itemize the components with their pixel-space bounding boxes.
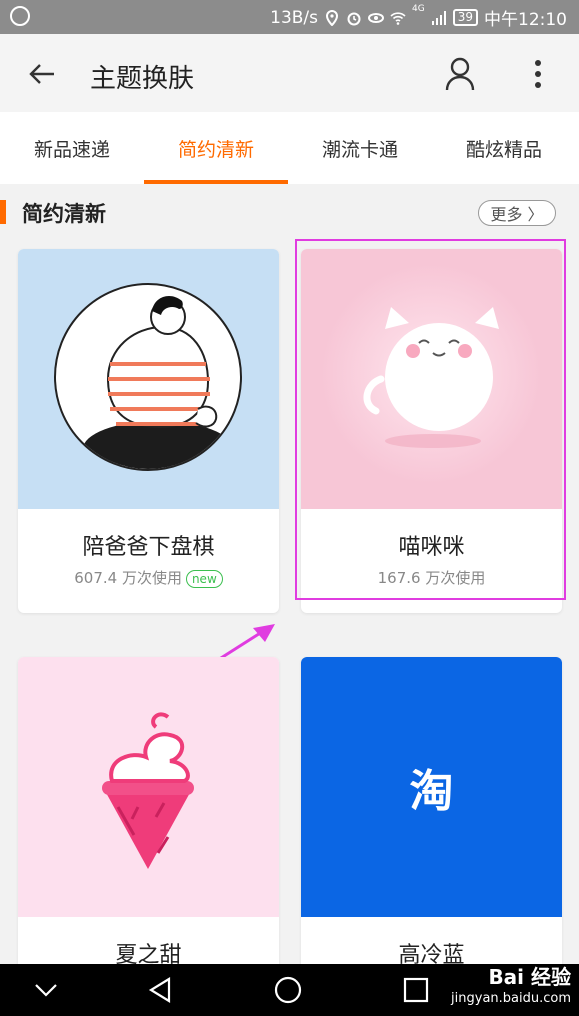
wifi-icon: [390, 11, 406, 25]
status-right: 13B/s 4G 39 中午12:10: [270, 4, 567, 31]
theme-thumbnail: [18, 657, 279, 917]
nav-recents-button[interactable]: [396, 972, 436, 1008]
watermark-url: jingyan.baidu.com: [451, 991, 571, 1006]
system-nav-bar: Bai 经验 jingyan.baidu.com: [0, 964, 579, 1016]
nav-home-button[interactable]: [268, 972, 308, 1008]
usage-count: 607.4 万次使用: [74, 569, 182, 587]
home-circle-icon: [274, 976, 302, 1004]
user-button[interactable]: [438, 52, 482, 96]
back-triangle-icon: [148, 977, 171, 1003]
location-icon: [326, 9, 339, 26]
tab-new-arrivals[interactable]: 新品速递: [0, 112, 144, 184]
new-badge: new: [185, 570, 223, 588]
eye-icon: [368, 12, 385, 23]
tab-cool-premium[interactable]: 酷炫精品: [432, 112, 576, 184]
user-icon: [445, 57, 475, 91]
more-menu-button[interactable]: [516, 52, 560, 96]
watermark: Bai 经验 jingyan.baidu.com: [451, 966, 571, 1010]
taobao-logo-icon: 淘: [409, 766, 454, 817]
watermark-logo: Bai 经验: [488, 965, 571, 989]
app-notification-icon: [10, 6, 30, 26]
more-button[interactable]: 更多 〉: [478, 200, 556, 226]
theme-card-cool-blue[interactable]: 淘 高冷蓝: [301, 657, 562, 977]
theme-name: 陪爸爸下盘棋: [82, 535, 215, 560]
signal-icon: [431, 10, 446, 25]
section-marker: [0, 200, 6, 224]
page-title: 主题换肤: [90, 64, 195, 94]
chevron-down-icon: [35, 984, 57, 997]
nav-hide-button[interactable]: [26, 972, 66, 1008]
app-header: 主题换肤: [0, 34, 579, 112]
network-speed: 13B/s: [270, 7, 319, 28]
theme-thumbnail: 淘: [301, 657, 562, 917]
man-illustration: [54, 283, 242, 471]
tab-simple-fresh[interactable]: 简约清新: [144, 112, 288, 184]
nav-back-button[interactable]: [140, 972, 180, 1008]
theme-usage: 607.4 万次使用 new: [18, 567, 279, 588]
theme-card-chess[interactable]: 陪爸爸下盘棋 607.4 万次使用 new: [18, 249, 279, 613]
network-type: 4G: [412, 4, 425, 14]
section-title: 简约清新: [22, 202, 106, 226]
theme-thumbnail: [18, 249, 279, 509]
category-tabs: 新品速递 简约清新 潮流卡通 酷炫精品: [0, 112, 579, 184]
status-bar: 13B/s 4G 39 中午12:10: [0, 0, 579, 34]
back-arrow-icon: [29, 64, 54, 84]
ice-cream-illustration: [102, 712, 194, 869]
tab-trendy-cartoon[interactable]: 潮流卡通: [288, 112, 432, 184]
clock: 中午12:10: [484, 10, 567, 30]
battery-icon: 39: [452, 9, 478, 26]
theme-card-summer-sweet[interactable]: 夏之甜: [18, 657, 279, 977]
alarm-icon: [347, 12, 361, 25]
back-button[interactable]: [20, 52, 64, 96]
more-vertical-icon: [535, 60, 541, 88]
recents-square-icon: [403, 977, 429, 1003]
highlight-frame: [295, 239, 566, 600]
